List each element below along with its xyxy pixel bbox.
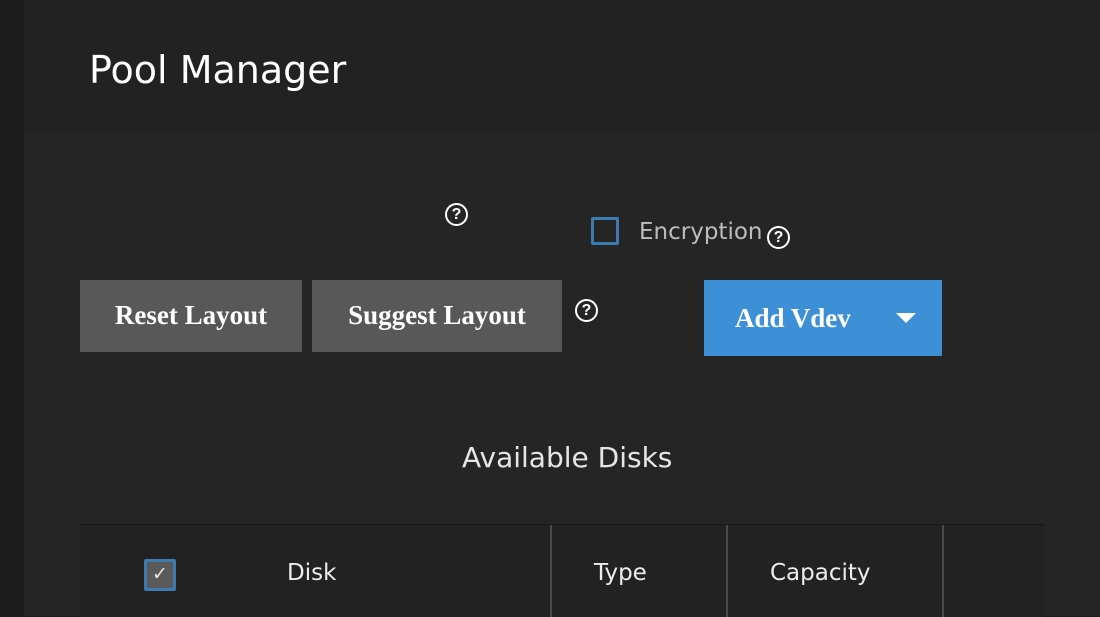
encryption-help-icon[interactable]: ?: [767, 226, 790, 249]
add-vdev-label: Add Vdev: [735, 303, 851, 333]
column-header-type[interactable]: Type: [594, 559, 647, 587]
suggest-layout-button[interactable]: Suggest Layout: [312, 280, 562, 352]
checkmark-icon: ✓: [152, 564, 168, 585]
encryption-label: Encryption: [639, 219, 763, 245]
available-disks-title: Available Disks: [462, 441, 673, 474]
left-edge: [0, 0, 24, 616]
reset-layout-button[interactable]: Reset Layout: [80, 280, 302, 352]
column-divider[interactable]: [726, 525, 728, 617]
column-divider[interactable]: [550, 525, 552, 617]
suggest-layout-help-icon[interactable]: ?: [575, 299, 598, 322]
add-vdev-button[interactable]: Add Vdev: [704, 280, 942, 356]
help-icon[interactable]: ?: [445, 203, 468, 226]
select-all-checkbox[interactable]: ✓: [144, 559, 176, 591]
chevron-down-icon: [896, 313, 916, 323]
card-header: Pool Manager: [24, 0, 1100, 134]
page-title: Pool Manager: [89, 48, 347, 92]
column-header-capacity[interactable]: Capacity: [770, 559, 871, 587]
encryption-checkbox[interactable]: [591, 217, 619, 245]
column-header-disk[interactable]: Disk: [287, 559, 336, 587]
column-divider[interactable]: [942, 525, 944, 617]
available-disks-table: ✓ Disk Type Capacity: [80, 524, 1044, 617]
